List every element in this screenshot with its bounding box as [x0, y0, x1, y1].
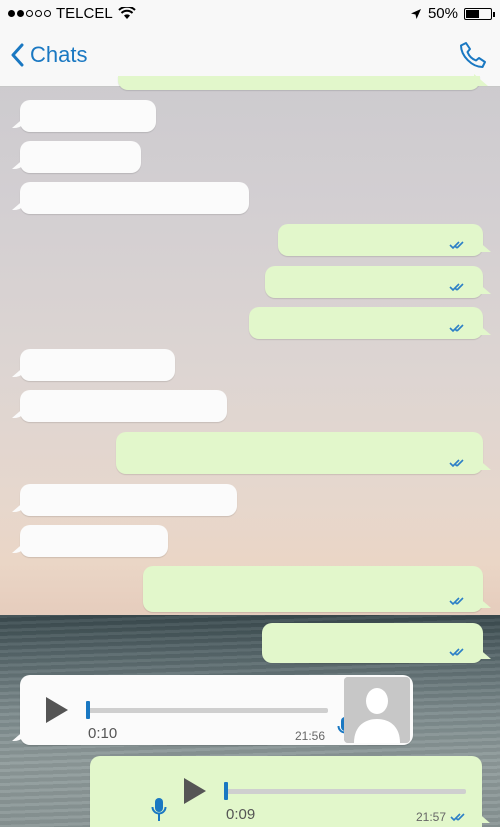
read-ticks-icon — [450, 813, 465, 822]
message-bubble-outgoing[interactable] — [278, 224, 483, 256]
read-ticks-icon — [449, 648, 464, 657]
message-bubble-outgoing[interactable] — [118, 76, 480, 90]
call-button[interactable] — [458, 40, 488, 75]
message-bubble-outgoing[interactable] — [262, 623, 483, 663]
avatar — [344, 677, 410, 743]
battery-icon — [464, 7, 495, 20]
audio-progress-handle[interactable] — [224, 782, 228, 800]
wifi-icon — [118, 7, 136, 19]
message-bubble-incoming[interactable] — [20, 525, 168, 557]
audio-progress-track[interactable] — [226, 789, 466, 794]
read-ticks-icon — [449, 459, 464, 468]
message-bubble-outgoing[interactable] — [265, 266, 483, 298]
phone-icon — [460, 42, 486, 68]
location-arrow-icon — [410, 8, 421, 19]
message-bubble-incoming[interactable] — [20, 484, 237, 516]
signal-strength-icon — [8, 10, 51, 17]
message-bubble-outgoing[interactable] — [249, 307, 483, 339]
audio-progress-handle[interactable] — [86, 701, 90, 719]
read-ticks-icon — [449, 283, 464, 292]
battery-percent: 50% — [427, 5, 458, 22]
message-bubble-outgoing[interactable] — [143, 566, 483, 612]
play-button[interactable] — [184, 778, 206, 804]
default-avatar-icon — [344, 677, 410, 743]
read-ticks-icon — [449, 324, 464, 333]
message-bubble-incoming[interactable] — [20, 100, 156, 132]
read-ticks-icon — [449, 241, 464, 250]
microphone-icon — [151, 798, 167, 821]
chevron-left-icon — [11, 43, 24, 67]
play-button[interactable] — [46, 697, 68, 723]
back-label: Chats — [30, 42, 88, 67]
message-bubble-incoming[interactable] — [20, 390, 227, 422]
message-bubble-incoming[interactable] — [20, 182, 249, 214]
voice-timestamp: 21:56 — [295, 729, 326, 743]
read-ticks-icon — [449, 597, 464, 606]
status-bar: TELCEL 50% — [0, 0, 500, 28]
audio-progress-track[interactable] — [88, 708, 328, 713]
message-bubble-incoming[interactable] — [20, 349, 175, 381]
voice-timestamp: 21:57 — [416, 810, 447, 824]
voice-duration: 0:09 — [226, 806, 256, 823]
back-button[interactable]: Chats — [10, 42, 87, 68]
voice-duration: 0:10 — [88, 725, 118, 742]
carrier-name: TELCEL — [56, 5, 113, 22]
voice-message-incoming[interactable]: 0:10 21:56 — [20, 675, 413, 745]
message-bubble-incoming[interactable] — [20, 141, 141, 173]
voice-message-outgoing[interactable]: 0:09 21:57 — [90, 756, 482, 827]
message-bubble-outgoing[interactable] — [116, 432, 483, 474]
